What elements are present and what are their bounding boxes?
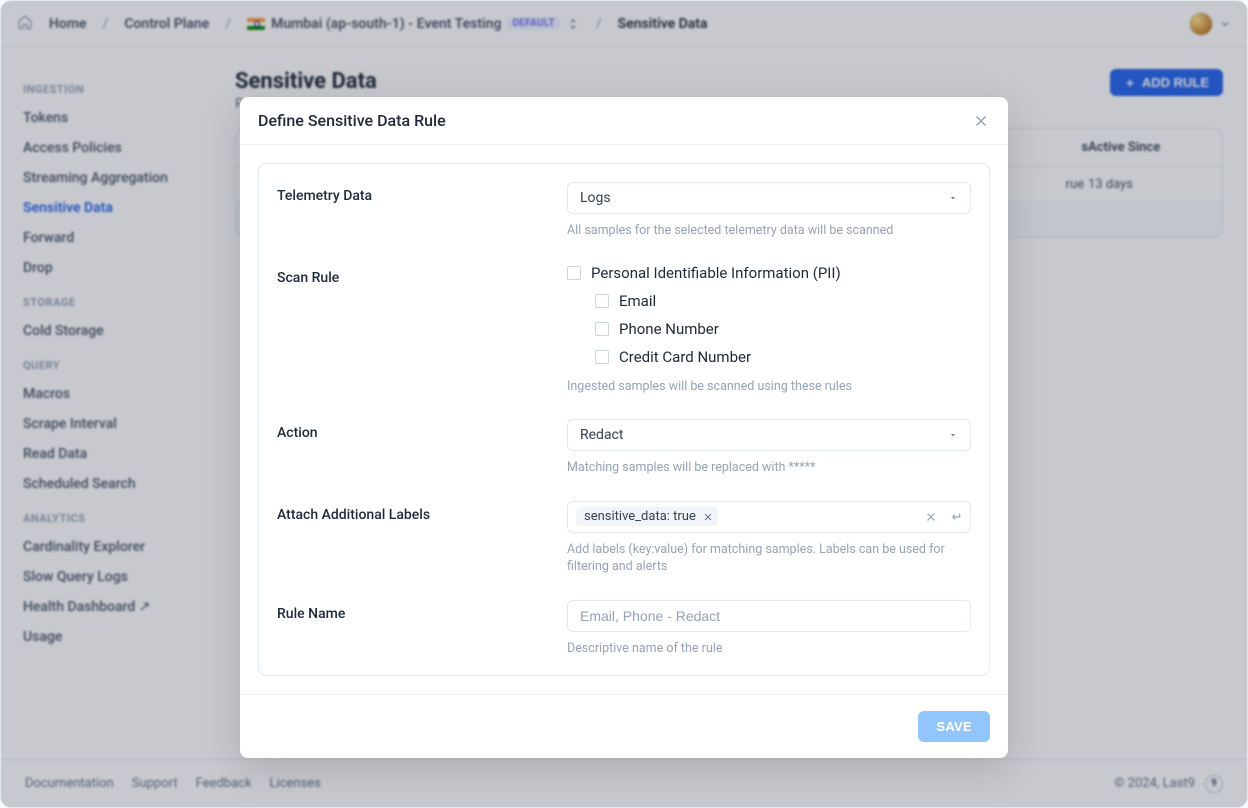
rule-name-input[interactable] [567,600,971,632]
caret-down-icon [948,193,958,203]
close-icon[interactable] [972,112,990,130]
checkbox-phone-label: Phone Number [619,320,719,338]
save-button[interactable]: SAVE [918,711,990,742]
helper-rule-name: Descriptive name of the rule [567,640,971,658]
label-action: Action [277,419,567,441]
label-tag: sensitive_data: true [576,507,718,526]
label-tag-text: sensitive_data: true [584,509,696,524]
label-scan-rule: Scan Rule [277,264,567,286]
select-action-value: Redact [580,427,623,443]
label-rule-name: Rule Name [277,600,567,622]
helper-telemetry: All samples for the selected telemetry d… [567,222,971,240]
select-action[interactable]: Redact [567,419,971,451]
define-rule-modal: Define Sensitive Data Rule Telemetry Dat… [240,97,1008,758]
clear-icon[interactable] [924,510,938,524]
checkbox-icon [567,266,581,280]
enter-icon[interactable] [948,510,962,524]
helper-action: Matching samples will be replaced with *… [567,459,971,477]
checkbox-icon [595,350,609,364]
select-telemetry-data[interactable]: Logs [567,182,971,214]
form-card: Telemetry Data Logs All samples for the … [258,163,990,676]
checkbox-credit-card[interactable]: Credit Card Number [567,348,971,366]
checkbox-icon [595,322,609,336]
checkbox-icon [595,294,609,308]
label-attach-labels: Attach Additional Labels [277,501,567,523]
checkbox-pii[interactable]: Personal Identifiable Information (PII) [567,264,971,282]
helper-labels: Add labels (key:value) for matching samp… [567,541,971,576]
modal-title: Define Sensitive Data Rule [258,111,446,130]
select-telemetry-value: Logs [580,190,611,206]
labels-input[interactable]: sensitive_data: true [567,501,971,533]
caret-down-icon [948,430,958,440]
modal-overlay: Define Sensitive Data Rule Telemetry Dat… [1,1,1247,807]
checkbox-pii-label: Personal Identifiable Information (PII) [591,264,841,282]
checkbox-phone[interactable]: Phone Number [567,320,971,338]
remove-tag-icon[interactable] [702,511,714,523]
checkbox-credit-card-label: Credit Card Number [619,348,751,366]
helper-scan-rule: Ingested samples will be scanned using t… [567,378,971,396]
label-telemetry-data: Telemetry Data [277,182,567,204]
checkbox-email[interactable]: Email [567,292,971,310]
checkbox-email-label: Email [619,292,656,310]
